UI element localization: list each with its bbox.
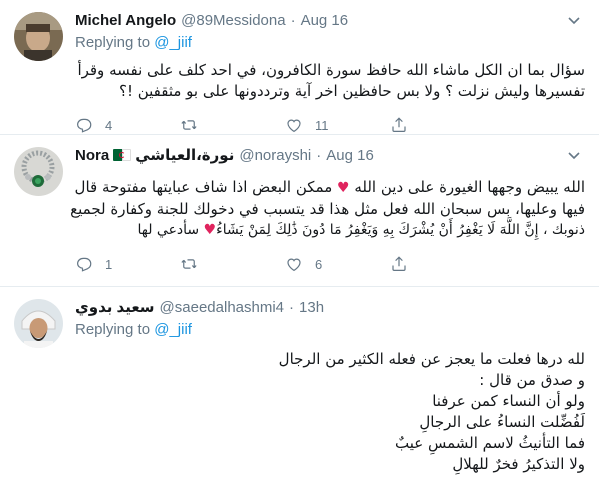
tweet-3[interactable]: سعيد بدوي @saeedalhashmi4 · 13h Replying… [0, 287, 599, 490]
display-name[interactable]: Michel Angelo [75, 12, 176, 29]
user-handle[interactable]: @89Messidona [181, 12, 285, 29]
separator-dot: · [289, 298, 295, 316]
tweet-text-line: لله درها فعلت ما يعجز عن فعله الكثير من … [278, 350, 585, 368]
tweet-text-line: فيها وعليها، بس سبحان الله فعل مثل هذا ق… [70, 200, 585, 218]
reply-icon [77, 118, 92, 133]
display-name-arabic[interactable]: نورة،العياشي [135, 146, 234, 164]
like-count: 6 [315, 256, 323, 272]
retweet-icon [181, 120, 197, 130]
timestamp[interactable]: Aug 16 [301, 12, 349, 29]
tweet-text-line: فما التأنيثُ لاسم الشمسِ عيبٌ [395, 434, 585, 452]
avatar[interactable] [14, 147, 63, 196]
separator-dot: · [316, 146, 322, 164]
reply-count: 1 [105, 256, 113, 272]
tweet-header: Nora نورة،العياشي @norayshi · Aug 16 [75, 145, 585, 165]
display-name[interactable]: سعيد بدوي [75, 298, 155, 316]
tweet-header: سعيد بدوي @saeedalhashmi4 · 13h [75, 297, 585, 317]
caret-down-icon[interactable] [565, 149, 583, 163]
tweet-text-line: لَفُضِّلت النساءُ على الرجالِ [419, 413, 585, 431]
like-button[interactable]: 6 [285, 255, 390, 273]
retweet-button[interactable] [180, 116, 285, 134]
replying-to: Replying to @_jiif [75, 34, 585, 54]
display-name[interactable]: Nora [75, 147, 109, 164]
user-handle[interactable]: @saeedalhashmi4 [160, 299, 284, 316]
heart-emoji-icon: ♥ [337, 180, 350, 196]
replying-to-label: Replying to [75, 321, 151, 338]
share-button[interactable] [390, 116, 495, 134]
tweet-1[interactable]: Michel Angelo @89Messidona · Aug 16 Repl… [0, 0, 599, 135]
tweet-text: سؤال بما ان الكل ماشاء الله حافظ سورة ال… [75, 60, 585, 102]
mention-link[interactable]: @_jiif [154, 321, 192, 338]
reply-feed: Michel Angelo @89Messidona · Aug 16 Repl… [0, 0, 599, 490]
replying-to: Replying to @_jiif [75, 321, 585, 341]
user-handle[interactable]: @norayshi [239, 147, 311, 164]
tweet-text-line: و صدق من قال : [479, 371, 585, 389]
tweet-text-line: الله يبيض وجهها الغيورة على دين الله ♥ م… [75, 177, 585, 199]
like-icon [287, 119, 301, 133]
reply-button[interactable]: 4 [75, 116, 180, 134]
retweet-button[interactable] [180, 255, 285, 273]
timestamp[interactable]: 13h [299, 299, 324, 316]
tweet-text-line: ذنوبك ، إِنَّ اللَّهَ لَا يَغْفِرُ أَنْ … [75, 220, 585, 241]
share-button[interactable] [390, 255, 495, 273]
tweet-text-line: ولو أن النساء كمن عرفنا [432, 392, 585, 410]
share-icon [392, 117, 406, 132]
tweet-text: لله درها فعلت ما يعجز عن فعله الكثير من … [75, 349, 585, 475]
caret-down-icon[interactable] [565, 14, 583, 28]
like-count: 11 [315, 117, 329, 133]
reply-count: 4 [105, 117, 113, 133]
reply-button[interactable]: 1 [75, 255, 180, 273]
tweet-2[interactable]: Nora نورة،العياشي @norayshi · Aug 16 الل… [0, 135, 599, 287]
tweet-text-line: تفسيرها وليش نزلت ؟ ولا بس حافظين اخر آي… [118, 82, 585, 100]
tweet-text: الله يبيض وجهها الغيورة على دين الله ♥ م… [70, 177, 585, 241]
heart-emoji-icon: ♥ [203, 222, 217, 238]
replying-to-label: Replying to [75, 34, 151, 51]
algeria-flag-icon [113, 149, 132, 161]
avatar[interactable] [14, 12, 63, 61]
tweet-header: Michel Angelo @89Messidona · Aug 16 [75, 10, 585, 30]
mention-link[interactable]: @_jiif [154, 34, 192, 51]
retweet-icon [181, 259, 197, 269]
reply-icon [77, 257, 92, 272]
tweet-text-line: سؤال بما ان الكل ماشاء الله حافظ سورة ال… [77, 61, 585, 79]
like-button[interactable]: 11 [285, 116, 390, 134]
like-icon [287, 258, 301, 272]
tweet-text-line: ولا التذكيرُ فخرٌ للهلالِ [452, 455, 585, 473]
avatar[interactable] [14, 299, 63, 348]
tweet-actions: 1 6 [75, 247, 495, 281]
timestamp[interactable]: Aug 16 [326, 147, 374, 164]
separator-dot: · [290, 11, 296, 29]
share-icon [392, 256, 406, 271]
